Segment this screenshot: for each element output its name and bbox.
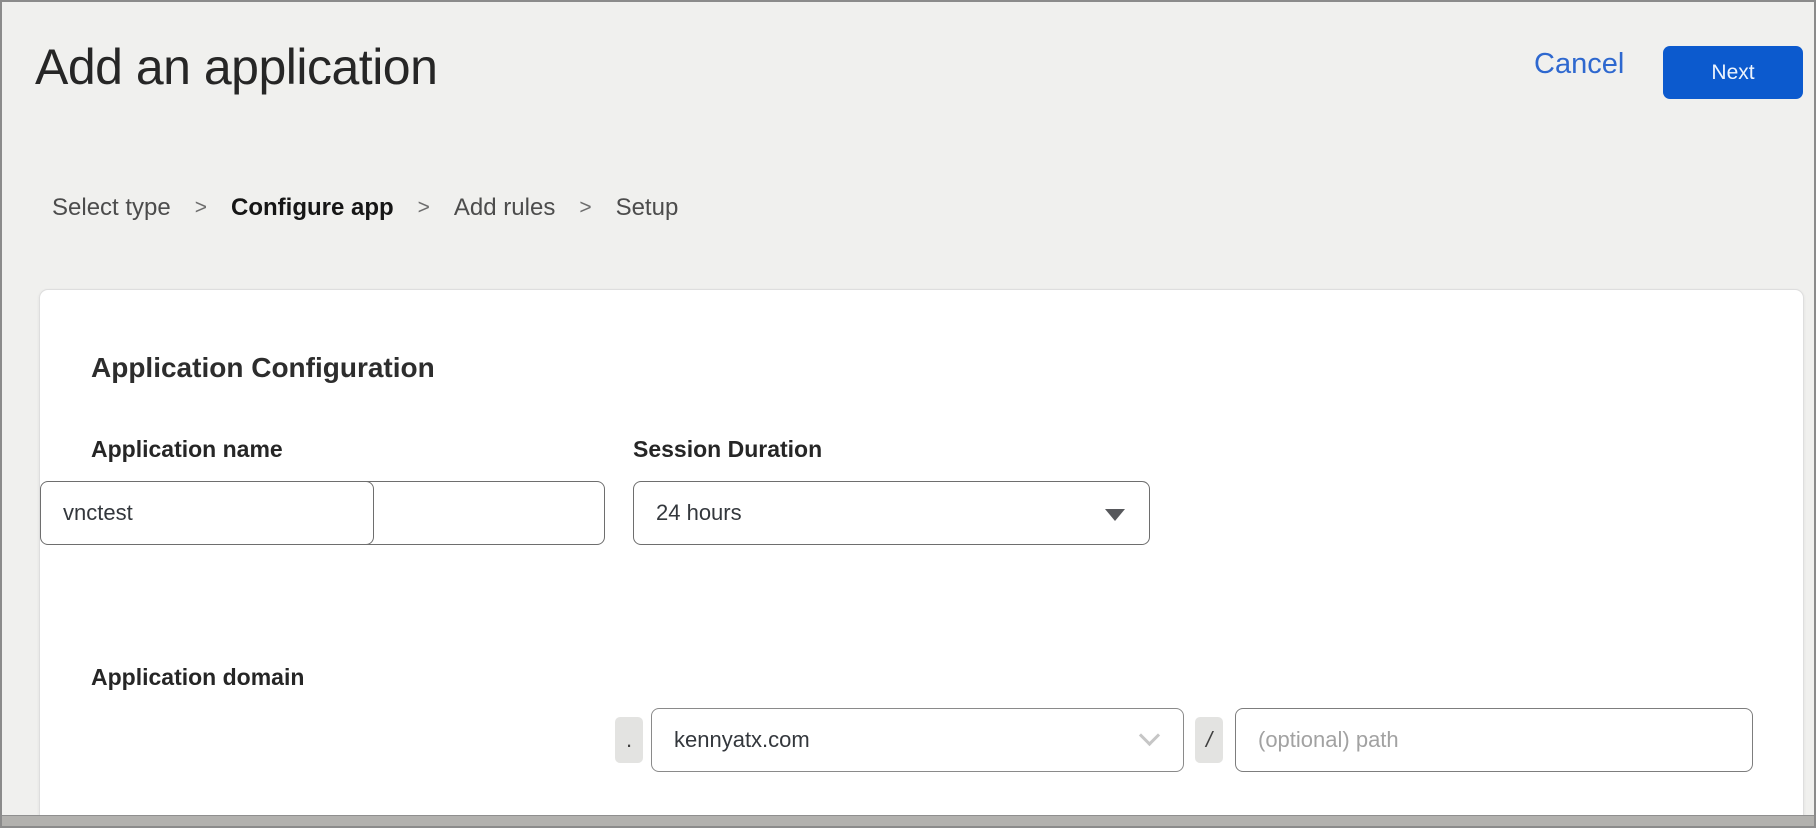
application-domain-label: Application domain [91, 664, 304, 691]
breadcrumb-separator: > [418, 196, 430, 220]
application-name-label: Application name [91, 436, 283, 463]
slash-separator: / [1195, 717, 1223, 763]
add-application-page: Add an application Cancel Next Select ty… [0, 0, 1816, 828]
domain-select-value: kennyatx.com [674, 727, 810, 753]
session-duration-label: Session Duration [633, 436, 822, 463]
breadcrumb-separator: > [195, 196, 207, 220]
breadcrumb-step-add-rules[interactable]: Add rules [454, 194, 555, 222]
subdomain-input[interactable] [40, 481, 374, 545]
breadcrumb-step-select-type[interactable]: Select type [52, 194, 171, 222]
caret-down-icon [1105, 509, 1125, 521]
cancel-button[interactable]: Cancel [1534, 48, 1624, 81]
breadcrumb-step-setup[interactable]: Setup [616, 194, 679, 222]
session-duration-select[interactable]: 24 hours [633, 481, 1150, 545]
window-bottom-edge [2, 815, 1814, 826]
chevron-down-icon [1139, 725, 1160, 746]
breadcrumb-separator: > [579, 196, 591, 220]
section-title: Application Configuration [91, 352, 435, 384]
next-button[interactable]: Next [1663, 46, 1803, 99]
breadcrumb: Select type > Configure app > Add rules … [52, 194, 678, 222]
path-input[interactable] [1235, 708, 1753, 772]
page-title: Add an application [35, 38, 437, 96]
application-configuration-card: Application Configuration Application na… [39, 289, 1804, 828]
session-duration-value: 24 hours [656, 500, 742, 526]
domain-select[interactable]: kennyatx.com [651, 708, 1184, 772]
breadcrumb-step-configure-app[interactable]: Configure app [231, 194, 394, 222]
dot-separator: . [615, 717, 643, 763]
